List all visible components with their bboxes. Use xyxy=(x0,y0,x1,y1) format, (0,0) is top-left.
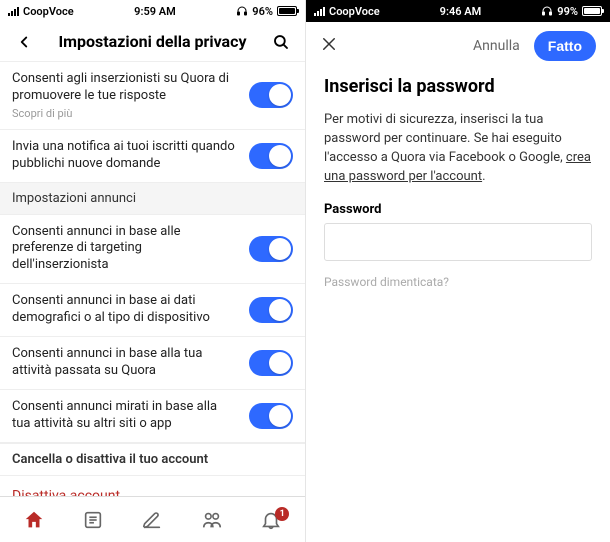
section-account: Cancella o disattiva il tuo account xyxy=(0,443,305,476)
toggle-ads-offsite[interactable] xyxy=(249,403,293,429)
carrier-label: CoopVoce xyxy=(23,5,74,18)
row-label: Invia una notifica ai tuoi iscritti quan… xyxy=(12,139,237,173)
row-label: Consenti agli inserzionisti su Quora di … xyxy=(12,71,237,105)
row-ads-targeting: Consenti annunci in base alle preferenze… xyxy=(0,215,305,285)
tab-notifications[interactable]: 1 xyxy=(251,509,291,531)
row-ads-activity: Consenti annunci in base alla tua attivi… xyxy=(0,337,305,390)
toggle-ads-activity[interactable] xyxy=(249,350,293,376)
row-ads-promote: Consenti agli inserzionisti su Quora di … xyxy=(0,62,305,130)
row-label: Consenti annunci in base ai dati demogra… xyxy=(12,293,237,327)
carrier-label: CoopVoce xyxy=(329,5,380,18)
battery-percent: 96% xyxy=(252,5,273,18)
status-bar: CoopVoce 9:46 AM 99% xyxy=(306,0,610,22)
row-notify-subscribers: Invia una notifica ai tuoi iscritti quan… xyxy=(0,130,305,183)
status-bar: CoopVoce 9:59 AM 96% xyxy=(0,0,305,22)
learn-more-link[interactable]: Scopri di più xyxy=(12,107,237,120)
toggle-notify-subscribers[interactable] xyxy=(249,143,293,169)
battery-percent: 99% xyxy=(557,5,578,18)
tab-following[interactable] xyxy=(73,509,113,531)
row-label: Consenti annunci in base alle preferenze… xyxy=(12,224,237,275)
done-button[interactable]: Fatto xyxy=(534,31,596,61)
notification-badge: 1 xyxy=(275,507,289,521)
close-button[interactable] xyxy=(320,35,338,57)
row-label: Consenti annunci in base alla tua attivi… xyxy=(12,346,237,380)
toggle-ads-promote[interactable] xyxy=(249,82,293,108)
signal-icon xyxy=(8,6,19,16)
page-title: Impostazioni della privacy xyxy=(36,32,269,51)
battery-icon xyxy=(277,6,297,16)
status-time: 9:59 AM xyxy=(134,5,176,18)
tab-spaces[interactable] xyxy=(192,509,232,531)
phone-privacy-settings: CoopVoce 9:59 AM 96% Impostazioni della … xyxy=(0,0,305,542)
modal-body: Inserisci la password Per motivi di sicu… xyxy=(306,70,610,295)
toggle-ads-targeting[interactable] xyxy=(249,236,293,262)
forgot-password-link[interactable]: Password dimenticata? xyxy=(324,275,592,289)
headphone-icon xyxy=(541,5,553,17)
row-label: Consenti annunci mirati in base alla tua… xyxy=(12,399,237,433)
tab-bar: 1 xyxy=(0,496,305,542)
toggle-ads-demographic[interactable] xyxy=(249,297,293,323)
row-ads-demographic: Consenti annunci in base ai dati demogra… xyxy=(0,284,305,337)
battery-icon xyxy=(582,6,602,16)
modal-title: Inserisci la password xyxy=(324,76,592,97)
nav-header: Impostazioni della privacy xyxy=(0,22,305,62)
cancel-button[interactable]: Annulla xyxy=(473,38,520,54)
tab-home[interactable] xyxy=(14,509,54,531)
status-time: 9:46 AM xyxy=(440,5,482,18)
modal-desc-text: Per motivi di sicurezza, inserisci la tu… xyxy=(324,112,563,165)
password-label: Password xyxy=(324,202,592,217)
deactivate-account-link[interactable]: Disattiva account xyxy=(0,476,305,496)
password-input[interactable] xyxy=(324,223,592,261)
settings-list: Consenti agli inserzionisti su Quora di … xyxy=(0,62,305,496)
section-ads-settings: Impostazioni annunci xyxy=(0,183,305,215)
back-button[interactable] xyxy=(12,33,36,51)
tab-answer[interactable] xyxy=(132,509,172,531)
headphone-icon xyxy=(236,5,248,17)
search-button[interactable] xyxy=(269,33,293,51)
row-ads-offsite: Consenti annunci mirati in base alla tua… xyxy=(0,390,305,443)
modal-header: Annulla Fatto xyxy=(306,22,610,70)
modal-description: Per motivi di sicurezza, inserisci la tu… xyxy=(324,111,592,186)
phone-password-modal: CoopVoce 9:46 AM 99% Annulla Fatto Inser… xyxy=(305,0,610,542)
signal-icon xyxy=(314,6,325,16)
